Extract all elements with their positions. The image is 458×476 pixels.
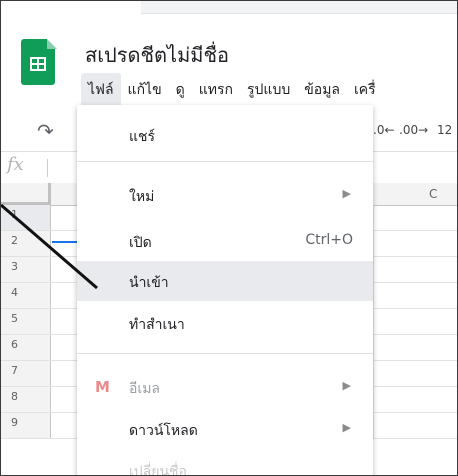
row-header[interactable]: 9 [1, 413, 51, 438]
row-number: 4 [11, 286, 18, 299]
menu-item-label: ดาวน์โหลด [129, 423, 198, 439]
row-number: 9 [11, 416, 18, 429]
browser-bar [141, 1, 457, 14]
row-header[interactable]: 8 [1, 387, 51, 412]
menu-divider [77, 161, 373, 162]
screenshot-frame: สเปรดชีตไม่มีชื่อ ไฟล์ แก้ไข ดู แทรก รูป… [0, 0, 458, 476]
menu-item-label: ใหม่ [129, 189, 155, 205]
menu-item-label: อีเมล [129, 381, 161, 397]
formula-separator [47, 159, 48, 177]
row-number: 8 [11, 390, 18, 403]
menu-item-label: ทำสำเนา [129, 317, 185, 333]
sheets-logo-icon[interactable] [21, 39, 57, 87]
row-header[interactable]: 2 [1, 231, 51, 256]
shortcut-label: Ctrl+O [305, 232, 353, 248]
menu-item-label: แชร์ [129, 129, 156, 145]
file-menu-dropdown: แชร์ ใหม่ ▶ เปิด Ctrl+O นำเข้า ทำสำเนา M… [77, 105, 373, 475]
menu-tools[interactable]: เครื่ [347, 73, 383, 107]
column-header-c[interactable]: C [429, 187, 437, 201]
row-number: 2 [11, 234, 18, 247]
menu-view[interactable]: ดู [169, 73, 192, 107]
fx-icon: fx [7, 154, 24, 175]
select-all-corner[interactable] [1, 183, 51, 205]
menu-item-share[interactable]: แชร์ [77, 117, 373, 151]
row-number: 6 [11, 338, 18, 351]
submenu-arrow-icon: ▶ [342, 421, 351, 434]
row-header[interactable]: 6 [1, 335, 51, 360]
menu-item-new[interactable]: ใหม่ ▶ [77, 177, 373, 211]
row-number: 1 [11, 208, 18, 221]
menu-item-open[interactable]: เปิด Ctrl+O [77, 223, 373, 257]
increase-decimal-button[interactable]: .00→ [399, 123, 428, 137]
menu-item-download[interactable]: ดาวน์โหลด ▶ [77, 411, 373, 445]
menu-edit[interactable]: แก้ไข [121, 73, 169, 107]
document-title[interactable]: สเปรดชีตไม่มีชื่อ [85, 39, 229, 71]
menu-item-import[interactable]: นำเข้า [77, 261, 373, 301]
gmail-icon: M [95, 378, 110, 396]
row-number: 3 [11, 260, 18, 273]
menu-format[interactable]: รูปแบบ [240, 73, 297, 107]
menu-divider [77, 353, 373, 354]
row-header[interactable]: 5 [1, 309, 51, 334]
menu-item-make-copy[interactable]: ทำสำเนา [77, 305, 373, 339]
menu-data[interactable]: ข้อมูล [297, 73, 347, 107]
row-header[interactable]: 3 [1, 257, 51, 282]
row-header[interactable]: 4 [1, 283, 51, 308]
decrease-decimal-button[interactable]: .0← [373, 123, 395, 137]
submenu-arrow-icon: ▶ [342, 379, 351, 392]
menu-item-label: นำเข้า [129, 275, 169, 291]
undo-icon[interactable]: ↶ [37, 119, 54, 143]
browser-top-strip [1, 1, 457, 15]
menu-item-email[interactable]: M อีเมล ▶ [77, 369, 373, 403]
menu-insert[interactable]: แทรก [192, 73, 240, 107]
submenu-arrow-icon: ▶ [342, 187, 351, 200]
row-number: 5 [11, 312, 18, 325]
menu-file[interactable]: ไฟล์ [81, 73, 121, 107]
menu-item-label: เปิด [129, 235, 152, 251]
row-header[interactable]: 1 [1, 205, 51, 230]
row-header[interactable]: 7 [1, 361, 51, 386]
menu-bar: ไฟล์ แก้ไข ดู แทรก รูปแบบ ข้อมูล เครื่ [81, 73, 383, 107]
number-format-button[interactable]: 12 [437, 123, 452, 137]
row-number: 7 [11, 364, 18, 377]
menu-item-cut-off[interactable]: เปลี่ยนชื่อ [129, 461, 187, 475]
